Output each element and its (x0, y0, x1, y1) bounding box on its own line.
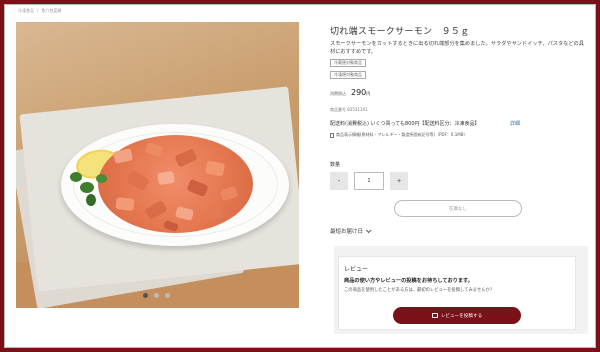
salmon-piece (115, 197, 135, 211)
product-tag: 冷蔵便対象商品 (330, 59, 366, 67)
quantity-increase-button[interactable]: + (390, 172, 408, 190)
comment-icon (431, 313, 438, 318)
quantity-decrease-button[interactable]: - (330, 172, 348, 190)
price-value: 290 (351, 88, 367, 97)
price-unit: 円 (366, 91, 371, 96)
shipping-info: 配送料(消費税込) いくつ買っても800円【配送料区分：冷凍食品】 (330, 121, 480, 127)
gallery-pagination (143, 293, 170, 298)
breadcrumb: 冷凍食品 / 魚介惣菜類 (18, 8, 61, 14)
price-label: 消費税込 (330, 91, 346, 96)
product-code: 商品番号 82531341 (330, 107, 368, 113)
gallery-dot[interactable] (143, 293, 148, 298)
product-code-label: 商品番号 (330, 107, 346, 112)
product-info-pdf-text: 商品表示情報(原材料・アレルギー・製造所固有記号等)（PDF：0.1MB） (336, 132, 468, 137)
product-image[interactable] (16, 22, 299, 308)
product-tag: 冷凍便対象商品 (330, 71, 366, 79)
shipping-details-link[interactable]: 詳細 (510, 120, 520, 127)
salmon-piece (157, 170, 175, 186)
product-title: 切れ端スモークサーモン ９５ｇ (330, 27, 470, 37)
review-headline: 商品の使い方やレビューの投稿をお待ちしております。 (344, 278, 473, 284)
product-code-value: 82531341 (347, 107, 368, 112)
herb-garnish (96, 174, 107, 183)
breadcrumb-item-frozen[interactable]: 冷凍食品 (18, 8, 34, 14)
price: 290円 (351, 88, 370, 97)
breadcrumb-item-seafood[interactable]: 魚介惣菜類 (41, 8, 61, 14)
herb-garnish (80, 182, 94, 193)
gallery-dot[interactable] (165, 293, 170, 298)
gallery-dot[interactable] (154, 293, 159, 298)
document-icon (330, 132, 334, 138)
review-subtext: この商品を使用したことがある方は、最初のレビューを投稿してみませんか？ (344, 288, 495, 293)
product-info-pdf-link[interactable]: 商品表示情報(原材料・アレルギー・製造所固有記号等)（PDF：0.1MB） (330, 132, 467, 138)
herb-garnish (70, 172, 82, 182)
post-review-label: レビューを投稿する (440, 312, 483, 318)
quantity-label: 数量 (330, 162, 341, 168)
product-description: スモークサーモンをカットするときに出る切れ端部分を集めました。サラダやサンドイッ… (330, 41, 584, 55)
salmon-piece (203, 207, 223, 220)
out-of-stock-button[interactable]: 在庫なし (394, 200, 522, 217)
earliest-delivery-label: 最短お届け日 (330, 229, 364, 235)
herb-garnish (86, 194, 96, 206)
quantity-input[interactable] (354, 172, 384, 190)
breadcrumb-separator: / (37, 8, 39, 13)
review-title: レビュー (344, 266, 369, 273)
post-review-button[interactable]: レビューを投稿する (393, 307, 521, 324)
earliest-delivery-toggle[interactable]: 最短お届け日 (330, 227, 372, 235)
